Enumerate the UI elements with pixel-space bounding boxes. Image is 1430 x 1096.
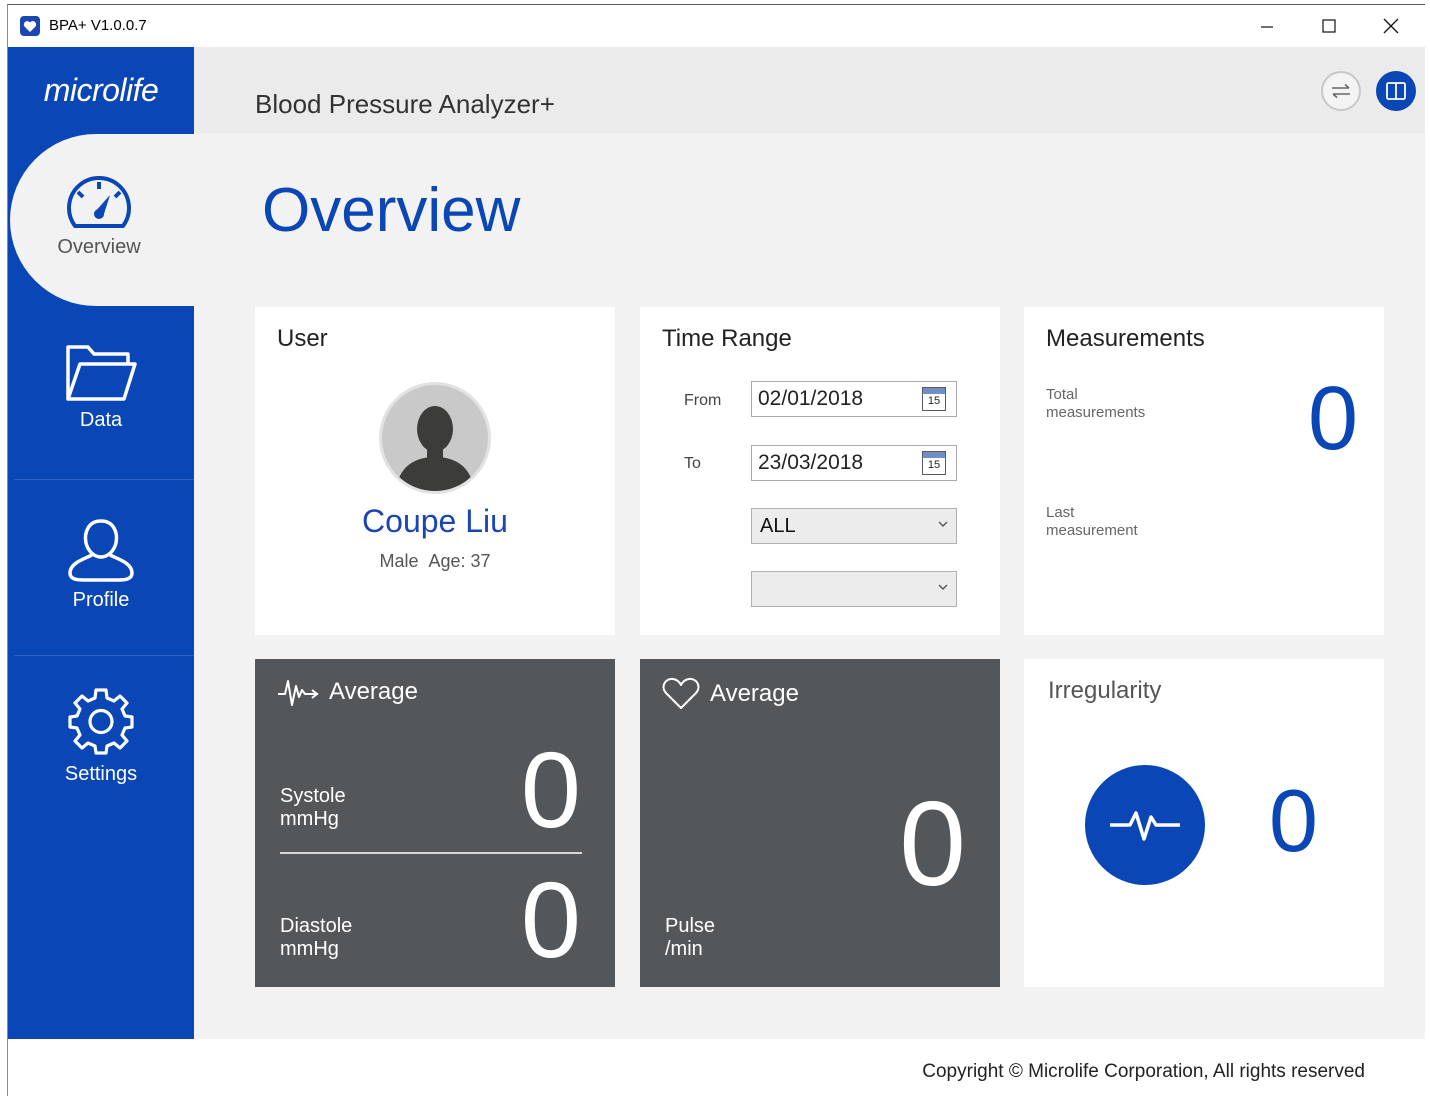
total-measurements-label: Total measurements — [1046, 386, 1146, 421]
measurements-card: Measurements Total measurements 0 Last m… — [1024, 307, 1384, 635]
sidebar-item-label: Data — [79, 409, 123, 431]
user-icon — [68, 519, 134, 582]
footer: Copyright © Microlife Corporation, All r… — [8, 1039, 1425, 1096]
total-measurements-value: 0 — [1307, 369, 1358, 469]
copyright-text: Copyright © Microlife Corporation, All r… — [922, 1061, 1365, 1082]
sidebar-item-settings[interactable]: Settings — [8, 685, 194, 786]
user-card: User Coupe Liu Male Age: 37 — [255, 307, 615, 635]
last-measurement-label: Last measurement — [1046, 504, 1138, 539]
user-meta: Male Age: 37 — [255, 551, 615, 572]
separator — [280, 852, 582, 854]
bp-average-card: Average Systole mmHg 0 Diastole mmHg 0 — [255, 659, 615, 987]
gear-icon — [68, 688, 134, 755]
heart-icon — [662, 677, 700, 709]
minimize-button[interactable] — [1236, 5, 1298, 47]
sidebar-item-overview[interactable]: Overview — [10, 134, 196, 306]
from-date-value: 02/01/2018 — [758, 387, 864, 410]
pulse-average-card: Average Pulse /min 0 — [640, 659, 1000, 987]
diastole-label: Diastole mmHg — [280, 915, 353, 960]
book-icon — [1386, 82, 1406, 100]
time-range-card: Time Range From 02/01/2018 15 To 23/03/2… — [640, 307, 1000, 635]
diastole-value: 0 — [520, 859, 581, 980]
sidebar-item-label: Overview — [57, 236, 141, 258]
irregularity-value: 0 — [1269, 771, 1318, 870]
sidebar-divider — [14, 479, 194, 480]
user-age: Age: 37 — [428, 551, 491, 571]
app-name: Blood Pressure Analyzer+ — [255, 89, 555, 119]
maximize-icon — [1322, 19, 1336, 33]
manual-button[interactable] — [1376, 71, 1416, 111]
card-title: User — [277, 325, 328, 352]
sidebar-divider — [14, 655, 194, 656]
period-select[interactable]: ALL — [751, 508, 957, 544]
sidebar: microlife Overview Data Profile Settings — [8, 47, 196, 1039]
close-button[interactable] — [1360, 5, 1422, 47]
chevron-down-icon — [938, 584, 948, 590]
sidebar-item-profile[interactable]: Profile — [8, 517, 194, 612]
to-date-value: 23/03/2018 — [758, 451, 864, 474]
period-select-value: ALL — [760, 515, 796, 537]
card-title: Irregularity — [1048, 677, 1162, 704]
card-title: Time Range — [662, 325, 792, 352]
calendar-icon[interactable]: 15 — [922, 451, 946, 475]
to-date-field[interactable]: 23/03/2018 15 — [751, 445, 957, 481]
page-title: Overview — [262, 176, 521, 245]
chevron-down-icon — [938, 521, 948, 527]
user-name: Coupe Liu — [362, 503, 508, 539]
heartbeat-icon — [1110, 811, 1180, 841]
pulse-label: Pulse /min — [665, 915, 716, 960]
avatar[interactable] — [379, 382, 491, 494]
card-title: Average — [277, 677, 418, 707]
speedometer-icon — [67, 176, 131, 228]
maximize-button[interactable] — [1298, 5, 1360, 47]
brand-logo: microlife — [43, 71, 159, 108]
sidebar-item-label: Profile — [72, 589, 130, 611]
title-bar: BPA+ V1.0.0.7 — [8, 5, 1425, 47]
pulse-wave-icon — [278, 680, 319, 706]
app-window: BPA+ V1.0.0.7 microlife Overview Data Pr… — [7, 4, 1425, 1096]
irregularity-card: Irregularity 0 — [1024, 659, 1384, 987]
from-label: From — [684, 392, 722, 409]
swap-arrows-icon — [1332, 83, 1350, 99]
secondary-select[interactable] — [751, 571, 957, 607]
systole-label: Systole mmHg — [280, 785, 346, 830]
calendar-icon[interactable]: 15 — [922, 387, 946, 411]
sidebar-item-data[interactable]: Data — [8, 343, 194, 432]
folder-icon — [66, 345, 137, 401]
to-label: To — [684, 455, 701, 472]
person-silhouette-icon — [396, 406, 474, 491]
minimize-icon — [1261, 26, 1273, 28]
app-header: Blood Pressure Analyzer+ — [194, 47, 1425, 133]
pulse-value: 0 — [899, 777, 966, 911]
heart-app-icon — [20, 16, 40, 36]
window-title: BPA+ V1.0.0.7 — [49, 17, 147, 34]
card-title: Measurements — [1046, 325, 1205, 352]
close-icon — [1383, 18, 1399, 34]
pulse-average-title: Average — [710, 680, 799, 707]
systole-value: 0 — [520, 729, 581, 850]
sidebar-item-label: Settings — [64, 763, 138, 785]
sync-button[interactable] — [1321, 71, 1361, 111]
card-title: Average — [662, 677, 799, 711]
from-date-field[interactable]: 02/01/2018 15 — [751, 381, 957, 417]
bp-average-title: Average — [329, 678, 418, 705]
irregularity-indicator — [1085, 765, 1205, 885]
user-gender: Male — [379, 551, 419, 571]
